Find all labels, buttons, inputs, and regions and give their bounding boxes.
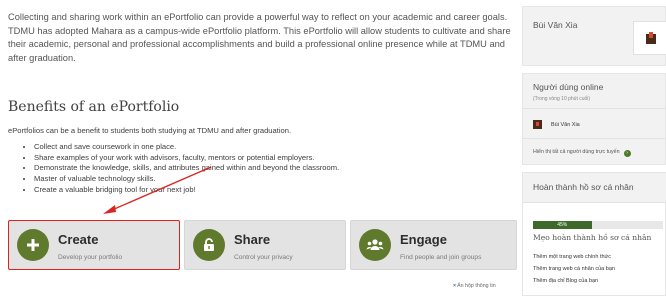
online-user-name: Bùi Văn Xia xyxy=(551,121,580,128)
show-all-online-link[interactable]: Hiển thị tất cả người dùng trực tuyến › xyxy=(533,149,631,157)
benefit-item: Share examples of your work with advisor… xyxy=(34,153,339,164)
completion-tip-link[interactable]: Thêm địa chỉ Blog của bạn xyxy=(533,275,615,287)
intro-text: Collecting and sharing work within an eP… xyxy=(8,12,511,63)
hide-info-label: Ẩn hộp thông tin xyxy=(457,283,496,289)
share-tile-title: Share xyxy=(234,232,271,247)
plus-icon xyxy=(17,229,49,261)
chevron-right-icon: › xyxy=(623,150,631,157)
engage-tile-title: Engage xyxy=(400,232,447,247)
online-users-block: Người dùng online (Trong vòng 10 phút cu… xyxy=(522,73,666,165)
completion-tip-link[interactable]: Thêm một trang web chính thức xyxy=(533,251,615,263)
benefits-list: Collect and save coursework in one place… xyxy=(34,142,339,196)
online-users-subtitle: (Trong vòng 10 phút cuối) xyxy=(533,96,591,102)
profile-completion-block: Hoàn thành hồ sơ cá nhân 45% Mẹo hoàn th… xyxy=(522,172,666,296)
main-content: Collecting and sharing work within an eP… xyxy=(0,0,522,296)
share-tile-subtitle: Control your privacy xyxy=(234,254,293,261)
online-user-item[interactable]: Bùi Văn Xia xyxy=(533,120,580,129)
benefits-subtitle: ePortfolios can be a benefit to students… xyxy=(8,126,292,135)
completion-tip-link[interactable]: Thêm trang web cá nhân của bạn xyxy=(533,263,615,275)
profile-completion-title: Hoàn thành hồ sơ cá nhân xyxy=(533,182,634,192)
profile-name[interactable]: Bùi Văn Xia xyxy=(533,20,577,30)
benefit-item: Master of valuable technology skills. xyxy=(34,174,339,185)
lock-open-icon xyxy=(193,229,225,261)
completion-tips-list: Thêm một trang web chính thức Thêm trang… xyxy=(533,251,615,287)
close-icon: × xyxy=(453,283,457,289)
create-tile-title: Create xyxy=(58,232,99,247)
share-tile[interactable]: Share Control your privacy xyxy=(184,220,346,270)
create-tile[interactable]: Create Develop your portfolio xyxy=(8,220,180,270)
online-users-title: Người dùng online xyxy=(533,82,604,92)
benefit-item: Create a valuable bridging tool for your… xyxy=(34,185,339,196)
avatar xyxy=(533,120,542,129)
avatar[interactable] xyxy=(633,21,666,55)
completion-progress-bar: 45% xyxy=(533,221,663,229)
completion-tips-title: Mẹo hoàn thành hồ sơ cá nhân xyxy=(533,233,652,242)
people-icon xyxy=(359,229,391,261)
engage-tile[interactable]: Engage Find people and join groups xyxy=(350,220,517,270)
profile-completion-header: Hoàn thành hồ sơ cá nhân xyxy=(523,173,666,203)
benefit-item: Collect and save coursework in one place… xyxy=(34,142,339,153)
divider xyxy=(523,108,666,109)
hide-info-link[interactable]: ×Ẩn hộp thông tin xyxy=(453,283,496,289)
show-all-online-label: Hiển thị tất cả người dùng trực tuyến xyxy=(533,149,620,155)
divider xyxy=(523,138,666,139)
avatar-image xyxy=(646,32,656,44)
completion-progress-label: 45% xyxy=(557,222,568,228)
engage-tile-subtitle: Find people and join groups xyxy=(400,254,482,261)
benefits-heading: Benefits of an ePortfolio xyxy=(8,99,180,115)
profile-block: Bùi Văn Xia xyxy=(522,6,666,66)
benefit-item: Demonstrate the knowledge, skills, and a… xyxy=(34,163,339,174)
sidebar: Bùi Văn Xia Người dùng online (Trong vòn… xyxy=(522,0,666,296)
create-tile-subtitle: Develop your portfolio xyxy=(58,254,123,261)
